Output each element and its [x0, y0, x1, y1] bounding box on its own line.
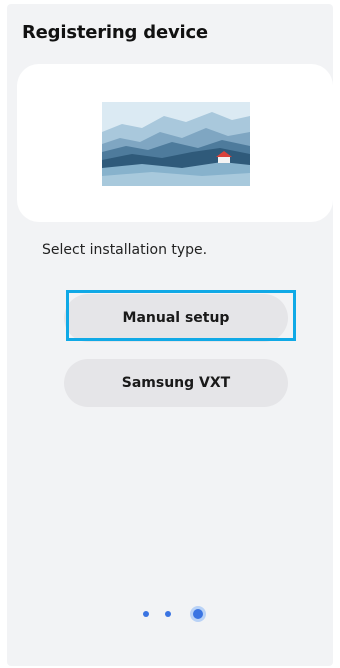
illustration-card	[17, 64, 333, 222]
page-title: Registering device	[22, 22, 208, 43]
samsung-vxt-label: Samsung VXT	[121, 375, 231, 391]
landscape-illustration-icon	[102, 102, 250, 186]
registration-screen: Registering device Select installation t…	[7, 4, 333, 666]
page-dot-3-active	[190, 606, 206, 622]
page-indicator	[135, 604, 215, 624]
page-dot-2	[165, 611, 171, 617]
manual-setup-label: Manual setup	[122, 310, 230, 326]
installation-type-prompt: Select installation type.	[42, 242, 208, 258]
manual-setup-button[interactable]: Manual setup	[64, 294, 288, 342]
page-dot-1	[143, 611, 149, 617]
samsung-vxt-button[interactable]: Samsung VXT	[64, 359, 288, 407]
